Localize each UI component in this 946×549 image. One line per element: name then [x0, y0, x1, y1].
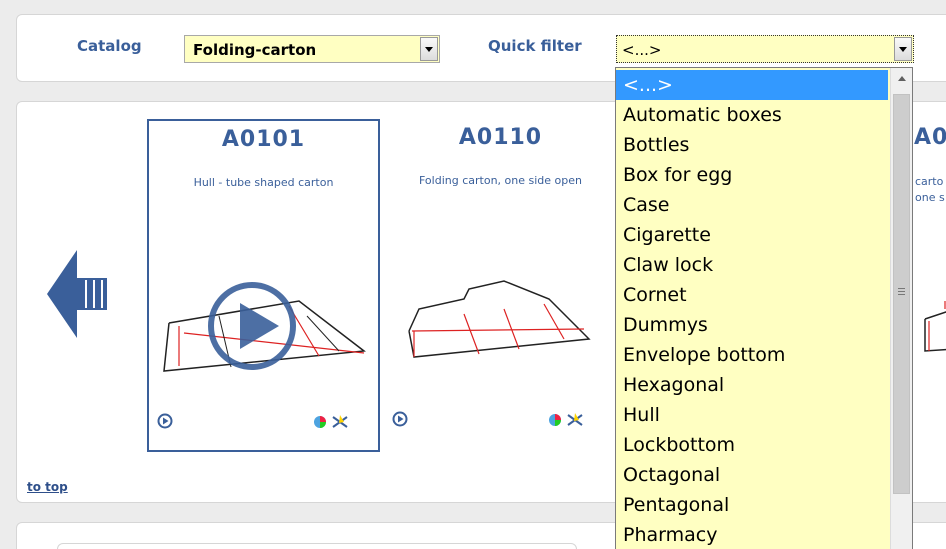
dropdown-option[interactable]: Lockbottom	[616, 430, 888, 460]
quick-filter-value: <...>	[622, 41, 662, 59]
product-card-a0101[interactable]: A0101 Hull - tube shaped carton	[147, 119, 380, 452]
prev-arrow-icon[interactable]	[47, 250, 107, 338]
dropdown-option[interactable]: Dummys	[616, 310, 888, 340]
page: Catalog Folding-carton Quick filter <...…	[0, 0, 946, 549]
catalog-select-value: Folding-carton	[193, 41, 317, 59]
dropdown-option[interactable]: Cigarette	[616, 220, 888, 250]
product-description: Folding carton, one side open	[419, 174, 582, 187]
quick-filter-select[interactable]: <...>	[616, 35, 914, 63]
carton-drawing	[924, 301, 946, 352]
dropdown-option[interactable]: Hull	[616, 400, 888, 430]
scroll-up-icon[interactable]	[891, 68, 912, 90]
to-top-link[interactable]: to top	[27, 480, 68, 494]
dropdown-option[interactable]: Cornet	[616, 280, 888, 310]
dropdown-option[interactable]: Box for egg	[616, 160, 888, 190]
product-code: A0110	[458, 125, 543, 150]
tools-icon[interactable]	[313, 413, 353, 431]
dropdown-option[interactable]: Pentagonal	[616, 490, 888, 520]
product-code: A0101	[221, 127, 306, 152]
play-small-icon[interactable]	[157, 413, 173, 429]
product-code: A0	[914, 125, 946, 150]
product-card-a0110[interactable]: A0110 Folding carton, one side open	[384, 119, 617, 452]
quick-filter-label: Quick filter	[488, 37, 582, 55]
quick-filter-dropdown-list[interactable]: <...> Automatic boxes Bottles Box for eg…	[615, 67, 913, 549]
dropdown-option[interactable]: Case	[616, 190, 888, 220]
carton-drawing	[408, 280, 591, 358]
play-overlay-icon[interactable]	[207, 281, 297, 371]
scrollbar-thumb[interactable]	[893, 94, 910, 494]
tools-icon[interactable]	[548, 411, 588, 429]
dropdown-option[interactable]: Envelope bottom	[616, 340, 888, 370]
catalog-select[interactable]: Folding-carton	[184, 35, 440, 63]
dropdown-option[interactable]: Pharmacy	[616, 520, 888, 549]
product-description: Hull - tube shaped carton	[193, 176, 334, 189]
dropdown-option[interactable]: Claw lock	[616, 250, 888, 280]
chevron-down-icon[interactable]	[894, 37, 912, 61]
chevron-down-icon[interactable]	[420, 37, 438, 61]
catalog-label: Catalog	[77, 37, 142, 55]
play-small-icon[interactable]	[392, 411, 408, 427]
dropdown-option[interactable]: Automatic boxes	[616, 100, 888, 130]
dropdown-option[interactable]: Bottles	[616, 130, 888, 160]
dropdown-option[interactable]: Hexagonal	[616, 370, 888, 400]
dropdown-option[interactable]: <...>	[616, 70, 888, 100]
dropdown-option[interactable]: Octagonal	[616, 460, 888, 490]
product-description: carto one s	[915, 175, 945, 204]
dropdown-scrollbar[interactable]	[890, 68, 912, 549]
grip-icon	[898, 288, 905, 295]
bottom-inner-box	[57, 543, 577, 549]
